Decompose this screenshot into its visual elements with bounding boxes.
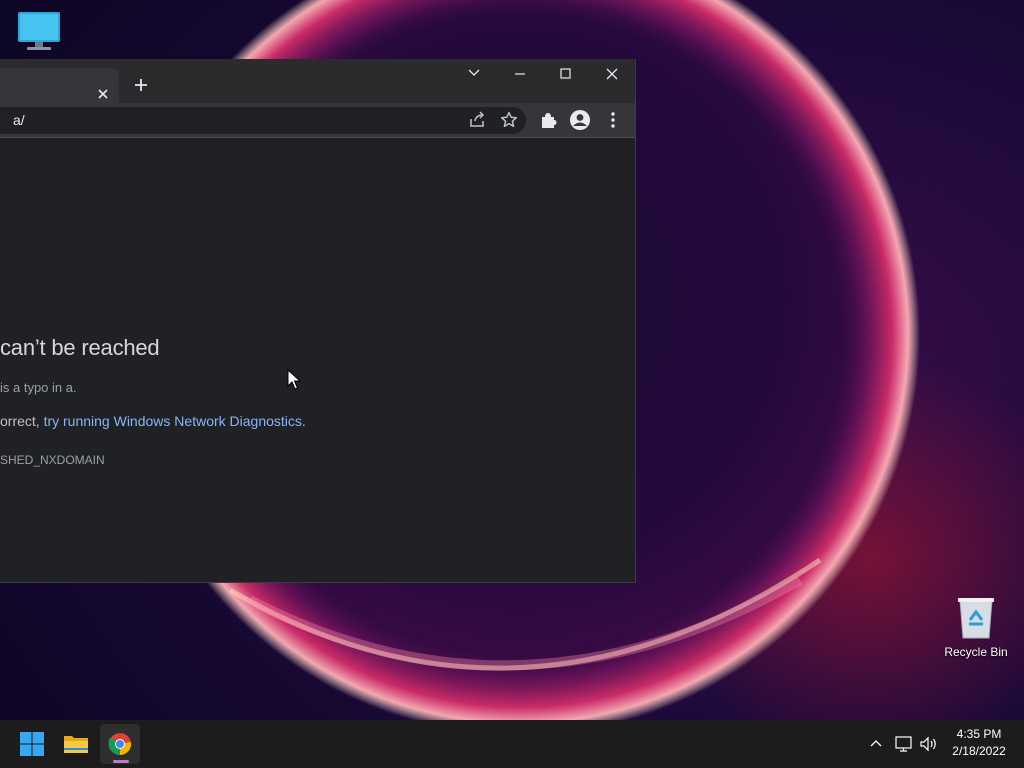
error-code: SHED_NXDOMAIN [0, 453, 105, 467]
close-icon[interactable] [93, 84, 113, 104]
windows-start-icon [20, 732, 44, 756]
volume-icon[interactable] [918, 734, 940, 754]
file-explorer-button[interactable] [56, 724, 96, 764]
network-icon[interactable] [893, 734, 915, 754]
error-suggestion: orrect, try running Windows Network Diag… [0, 411, 306, 431]
suggestion-prefix: orrect, [0, 413, 44, 429]
chrome-icon [108, 733, 132, 756]
recycle-bin-label: Recycle Bin [944, 645, 1008, 659]
recycle-bin-icon [958, 598, 994, 639]
profile-icon[interactable] [568, 108, 592, 132]
chrome-taskbar-button[interactable] [100, 724, 140, 764]
this-pc-desktop-icon[interactable] [14, 8, 64, 54]
tab-strip [0, 59, 635, 103]
close-icon[interactable] [589, 59, 635, 89]
monitor-icon [18, 12, 60, 50]
recycle-bin-desktop-icon[interactable]: Recycle Bin [940, 596, 1012, 659]
extensions-icon[interactable] [536, 108, 560, 132]
chevron-up-icon[interactable] [866, 734, 886, 754]
maximize-icon[interactable] [543, 59, 589, 89]
error-message: is a typo in a. [0, 380, 77, 395]
minimize-icon[interactable] [497, 59, 543, 89]
plus-icon[interactable] [130, 74, 152, 96]
active-app-indicator [113, 760, 129, 763]
star-icon[interactable] [497, 108, 521, 132]
mouse-cursor-icon [287, 369, 301, 390]
browser-tab[interactable] [0, 68, 119, 103]
chevron-down-icon[interactable] [451, 59, 497, 89]
suggestion-suffix: . [301, 413, 306, 429]
file-explorer-icon [64, 736, 88, 753]
url-text[interactable]: a/ [13, 107, 25, 134]
browser-window: a/ can’t be reached is a typo in a. orre… [0, 59, 636, 583]
browser-toolbar: a/ [0, 103, 635, 138]
info-icon[interactable] [0, 114, 5, 126]
desktop: Recycle Bin a/ can’t be reached is a typ… [0, 0, 1024, 768]
error-page: can’t be reached is a typo in a. orrect,… [0, 138, 635, 582]
network-diagnostics-link[interactable]: try running Windows Network Diagnostics [44, 413, 302, 429]
menu-icon[interactable] [601, 108, 625, 132]
address-bar[interactable] [0, 107, 526, 134]
start-button[interactable] [12, 724, 52, 764]
share-icon[interactable] [465, 108, 489, 132]
error-title: can’t be reached [0, 335, 160, 360]
taskbar-clock[interactable]: 4:35 PM 2/18/2022 [944, 726, 1014, 760]
clock-date: 2/18/2022 [952, 744, 1006, 758]
clock-time: 4:35 PM [956, 727, 1002, 741]
